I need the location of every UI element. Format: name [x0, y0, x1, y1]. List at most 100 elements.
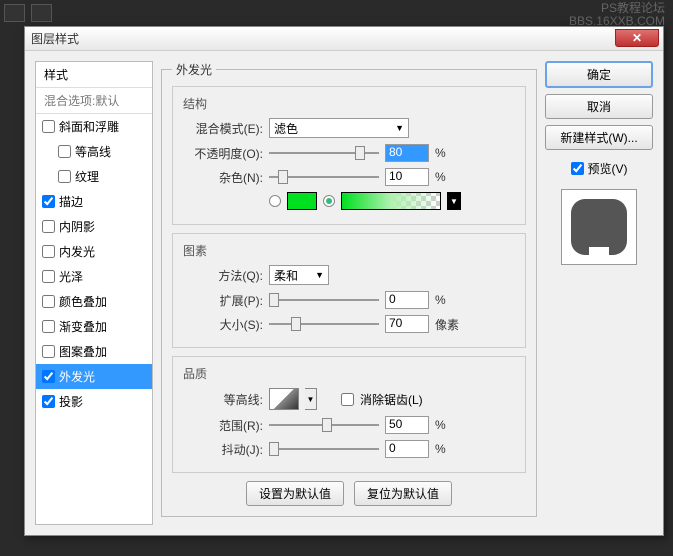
technique-dropdown[interactable]: 柔和▼: [269, 265, 329, 285]
style-checkbox[interactable]: [42, 345, 55, 358]
watermark: PS教程论坛 BBS.16XXB.COM: [569, 2, 665, 28]
style-checkbox[interactable]: [42, 320, 55, 333]
quality-title: 品质: [183, 365, 515, 382]
style-item[interactable]: 内阴影: [36, 214, 152, 239]
noise-slider[interactable]: [269, 168, 379, 186]
style-checkbox[interactable]: [42, 245, 55, 258]
outer-glow-legend: 外发光: [172, 61, 216, 78]
spread-label: 扩展(P):: [183, 292, 263, 309]
style-item[interactable]: 外发光: [36, 364, 152, 389]
size-label: 大小(S):: [183, 316, 263, 333]
contour-label: 等高线:: [183, 391, 263, 408]
style-item-label: 内阴影: [59, 218, 95, 235]
structure-group: 结构 混合模式(E): 滤色▼ 不透明度(O): 80 % 杂色: [172, 86, 526, 225]
structure-title: 结构: [183, 95, 515, 112]
close-button[interactable]: ✕: [615, 29, 659, 47]
style-item-label: 光泽: [59, 268, 83, 285]
style-checkbox[interactable]: [42, 295, 55, 308]
style-item-label: 斜面和浮雕: [59, 118, 119, 135]
elements-title: 图素: [183, 242, 515, 259]
preview-checkbox[interactable]: [571, 162, 584, 175]
bg-button: [31, 4, 52, 22]
technique-label: 方法(Q):: [183, 267, 263, 284]
spread-slider[interactable]: [269, 291, 379, 309]
size-input[interactable]: 70: [385, 315, 429, 333]
right-panel: 确定 取消 新建样式(W)... 预览(V): [545, 61, 653, 525]
opacity-label: 不透明度(O):: [183, 145, 263, 162]
style-item-label: 投影: [59, 393, 83, 410]
gradient-dropdown-icon[interactable]: ▼: [447, 192, 461, 210]
noise-label: 杂色(N):: [183, 169, 263, 186]
contour-dropdown-icon[interactable]: ▼: [305, 388, 317, 410]
cancel-button[interactable]: 取消: [545, 94, 653, 119]
blend-mode-dropdown[interactable]: 滤色▼: [269, 118, 409, 138]
style-item[interactable]: 描边: [36, 189, 152, 214]
style-item-label: 等高线: [75, 143, 111, 160]
style-item[interactable]: 斜面和浮雕: [36, 114, 152, 139]
style-item[interactable]: 投影: [36, 389, 152, 414]
style-checkbox[interactable]: [42, 270, 55, 283]
jitter-slider[interactable]: [269, 440, 379, 458]
spread-input[interactable]: 0: [385, 291, 429, 309]
bg-button: [4, 4, 25, 22]
style-item-label: 内发光: [59, 243, 95, 260]
style-item[interactable]: 渐变叠加: [36, 314, 152, 339]
noise-input[interactable]: 10: [385, 168, 429, 186]
style-item-label: 外发光: [59, 368, 95, 385]
style-item-label: 纹理: [75, 168, 99, 185]
reset-default-button[interactable]: 复位为默认值: [354, 481, 452, 506]
style-checkbox[interactable]: [42, 220, 55, 233]
layer-style-dialog: 图层样式 ✕ 样式 混合选项:默认 斜面和浮雕等高线纹理描边内阴影内发光光泽颜色…: [24, 26, 664, 536]
jitter-input[interactable]: 0: [385, 440, 429, 458]
contour-picker[interactable]: [269, 388, 299, 410]
elements-group: 图素 方法(Q): 柔和▼ 扩展(P): 0 % 大小(S):: [172, 233, 526, 348]
background-toolbar: [0, 0, 56, 26]
antialias-label: 消除锯齿(L): [360, 391, 423, 408]
preview-label: 预览(V): [588, 160, 628, 177]
style-item[interactable]: 纹理: [36, 164, 152, 189]
range-input[interactable]: 50: [385, 416, 429, 434]
style-item[interactable]: 内发光: [36, 239, 152, 264]
style-checkbox[interactable]: [42, 370, 55, 383]
preview-thumbnail: [561, 189, 637, 265]
range-slider[interactable]: [269, 416, 379, 434]
style-item-label: 颜色叠加: [59, 293, 107, 310]
opacity-slider[interactable]: [269, 144, 379, 162]
chevron-down-icon: ▼: [315, 270, 324, 280]
style-checkbox[interactable]: [42, 195, 55, 208]
style-item[interactable]: 光泽: [36, 264, 152, 289]
style-item-label: 描边: [59, 193, 83, 210]
size-slider[interactable]: [269, 315, 379, 333]
style-item[interactable]: 颜色叠加: [36, 289, 152, 314]
gradient-radio[interactable]: [323, 195, 335, 207]
style-item-label: 图案叠加: [59, 343, 107, 360]
style-checkbox[interactable]: [58, 170, 71, 183]
make-default-button[interactable]: 设置为默认值: [246, 481, 344, 506]
blending-options[interactable]: 混合选项:默认: [36, 88, 152, 114]
dialog-title: 图层样式: [31, 30, 79, 47]
antialias-checkbox[interactable]: [341, 393, 354, 406]
outer-glow-fieldset: 外发光 结构 混合模式(E): 滤色▼ 不透明度(O): 80 %: [161, 61, 537, 517]
style-checkbox[interactable]: [58, 145, 71, 158]
style-item[interactable]: 等高线: [36, 139, 152, 164]
blend-mode-label: 混合模式(E):: [183, 120, 263, 137]
jitter-label: 抖动(J):: [183, 441, 263, 458]
new-style-button[interactable]: 新建样式(W)...: [545, 125, 653, 150]
gradient-swatch[interactable]: [341, 192, 441, 210]
style-item[interactable]: 图案叠加: [36, 339, 152, 364]
quality-group: 品质 等高线: ▼ 消除锯齿(L) 范围(R): 50 %: [172, 356, 526, 473]
solid-color-swatch[interactable]: [287, 192, 317, 210]
preview-shape: [571, 199, 627, 255]
solid-color-radio[interactable]: [269, 195, 281, 207]
opacity-input[interactable]: 80: [385, 144, 429, 162]
style-item-label: 渐变叠加: [59, 318, 107, 335]
titlebar[interactable]: 图层样式 ✕: [25, 27, 663, 51]
range-label: 范围(R):: [183, 417, 263, 434]
style-checkbox[interactable]: [42, 395, 55, 408]
styles-panel: 样式 混合选项:默认 斜面和浮雕等高线纹理描边内阴影内发光光泽颜色叠加渐变叠加图…: [35, 61, 153, 525]
close-icon: ✕: [632, 31, 642, 45]
chevron-down-icon: ▼: [395, 123, 404, 133]
styles-header[interactable]: 样式: [36, 62, 152, 88]
style-checkbox[interactable]: [42, 120, 55, 133]
ok-button[interactable]: 确定: [545, 61, 653, 88]
